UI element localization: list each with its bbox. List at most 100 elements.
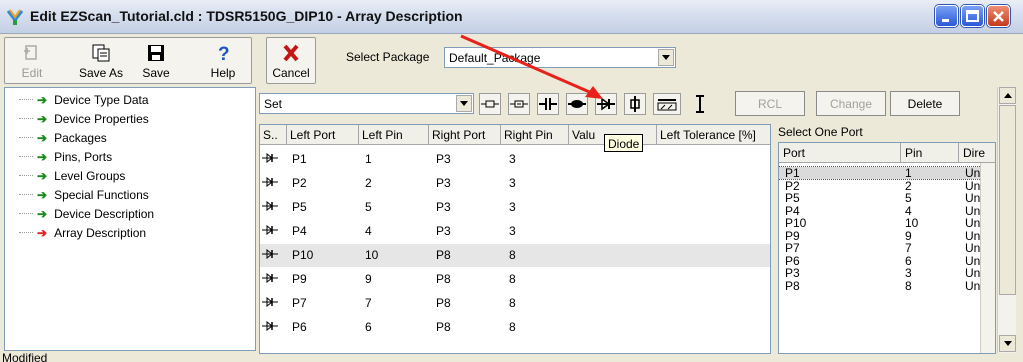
column-header-direction[interactable]: Dire bbox=[959, 143, 995, 163]
scroll-down-button[interactable] bbox=[999, 335, 1016, 352]
tree-item-special-functions[interactable]: ➔ Special Functions bbox=[19, 185, 149, 204]
package-select-value: Default_Package bbox=[449, 51, 541, 65]
cursor-tool-button[interactable] bbox=[689, 93, 711, 115]
diode-led-button[interactable] bbox=[566, 93, 588, 115]
tree-item-array-description[interactable]: ➔ Array Description bbox=[19, 223, 146, 242]
tree-item-device-properties[interactable]: ➔ Device Properties bbox=[19, 109, 149, 128]
port-cell-port: P4 bbox=[785, 203, 800, 218]
maximize-button[interactable] bbox=[961, 5, 984, 27]
table-row[interactable]: P1 1 P3 3 bbox=[260, 148, 770, 171]
switch-button[interactable] bbox=[653, 93, 681, 115]
close-icon bbox=[993, 11, 1004, 22]
tree-item-device-description[interactable]: ➔ Device Description bbox=[19, 204, 154, 223]
file-button-group: Edit Save As Save ? Help bbox=[4, 37, 252, 84]
column-header-right-port[interactable]: Right Port bbox=[429, 125, 501, 145]
tree-item-label: Level Groups bbox=[54, 168, 126, 183]
list-item[interactable]: P8 8 Unk bbox=[779, 280, 995, 292]
table-row[interactable]: P10 10 P8 8 bbox=[260, 244, 770, 267]
main-scrollbar[interactable] bbox=[997, 87, 1016, 353]
cancel-button[interactable]: Cancel bbox=[268, 38, 314, 83]
save-as-button[interactable]: Save As bbox=[73, 38, 129, 83]
diode-button[interactable] bbox=[595, 93, 617, 115]
table-row[interactable]: P4 4 P3 3 bbox=[260, 220, 770, 243]
tree-item-level-groups[interactable]: ➔ Level Groups bbox=[19, 166, 125, 185]
cell-right-pin: 3 bbox=[509, 224, 516, 238]
tree-arrow-icon: ➔ bbox=[37, 111, 48, 126]
cell-left-pin: 5 bbox=[365, 200, 372, 214]
package-select[interactable]: Default_Package bbox=[444, 47, 676, 68]
tree-arrow-icon: ➔ bbox=[37, 225, 48, 240]
tree-item-pins-ports[interactable]: ➔ Pins, Ports bbox=[19, 147, 112, 166]
list-item[interactable]: P3 3 Unk bbox=[779, 267, 995, 279]
chevron-down-icon[interactable] bbox=[456, 95, 472, 112]
list-item[interactable]: P2 2 Unk bbox=[779, 180, 995, 192]
port-cell-port: P1 bbox=[785, 166, 800, 180]
list-item[interactable]: P5 5 Unk bbox=[779, 192, 995, 204]
diode-icon bbox=[262, 273, 278, 283]
column-header-s[interactable]: S.. bbox=[260, 125, 287, 145]
table-row[interactable]: P7 7 P8 8 bbox=[260, 292, 770, 315]
cell-right-port: P8 bbox=[436, 296, 451, 310]
switch-icon bbox=[657, 99, 677, 111]
help-button[interactable]: ? Help bbox=[197, 38, 249, 83]
change-button[interactable]: Change bbox=[816, 91, 886, 116]
fuse-button[interactable] bbox=[624, 93, 646, 115]
chevron-down-icon[interactable] bbox=[658, 49, 674, 66]
chevron-down-icon bbox=[1003, 341, 1012, 346]
column-header-left-pin[interactable]: Left Pin bbox=[359, 125, 429, 145]
table-row[interactable]: P2 2 P3 3 bbox=[260, 172, 770, 195]
save-as-icon bbox=[92, 44, 110, 62]
save-button[interactable]: Save bbox=[133, 38, 179, 83]
port-cell-pin: 2 bbox=[905, 178, 912, 193]
list-item[interactable]: P1 1 Unk bbox=[779, 166, 995, 180]
table-row[interactable]: P6 6 P8 8 bbox=[260, 316, 770, 339]
tree-item-packages[interactable]: ➔ Packages bbox=[19, 128, 107, 147]
rcl-button[interactable]: RCL bbox=[735, 91, 805, 116]
column-header-port[interactable]: Port bbox=[779, 143, 901, 163]
scroll-thumb[interactable] bbox=[999, 105, 1016, 295]
port-cell-pin: 4 bbox=[905, 203, 912, 218]
port-cell-pin: 5 bbox=[905, 191, 912, 205]
help-label: Help bbox=[210, 66, 236, 80]
port-cell-port: P9 bbox=[785, 228, 800, 243]
port-list-scrollbar[interactable] bbox=[980, 163, 995, 353]
scroll-up-button[interactable] bbox=[999, 87, 1016, 104]
resistor-button[interactable] bbox=[479, 93, 501, 115]
cancel-label: Cancel bbox=[272, 66, 310, 80]
maximize-icon bbox=[966, 10, 979, 22]
resistor-alt-button[interactable] bbox=[508, 93, 530, 115]
cell-left-port: P1 bbox=[292, 152, 307, 166]
column-header-left-port[interactable]: Left Port bbox=[287, 125, 359, 145]
list-item[interactable]: P10 10 Unk bbox=[779, 217, 995, 229]
minimize-button[interactable] bbox=[935, 5, 958, 27]
title-bar[interactable]: Edit EZScan_Tutorial.cld : TDSR5150G_DIP… bbox=[0, 0, 1023, 34]
list-item[interactable]: P6 6 Unk bbox=[779, 255, 995, 267]
tree-item-label: Array Description bbox=[54, 225, 147, 240]
tree-arrow-icon: ➔ bbox=[37, 168, 48, 183]
port-cell-pin: 10 bbox=[905, 216, 919, 230]
close-button[interactable] bbox=[987, 5, 1010, 27]
cell-left-port: P5 bbox=[292, 200, 307, 214]
port-cell-port: P3 bbox=[785, 266, 800, 280]
column-header-right-pin[interactable]: Right Pin bbox=[501, 125, 569, 145]
delete-button[interactable]: Delete bbox=[890, 91, 960, 116]
ibeam-icon bbox=[696, 95, 704, 113]
list-item[interactable]: P7 7 Unk bbox=[779, 242, 995, 254]
fuse-icon bbox=[630, 96, 640, 112]
column-header-pin[interactable]: Pin bbox=[901, 143, 959, 163]
capacitor-button[interactable] bbox=[537, 93, 559, 115]
column-header-left-tolerance[interactable]: Left Tolerance [%] bbox=[657, 125, 770, 145]
cell-left-port: P9 bbox=[292, 272, 307, 286]
tree-item-device-type-data[interactable]: ➔ Device Type Data bbox=[19, 90, 149, 109]
tree-arrow-icon: ➔ bbox=[37, 130, 48, 145]
port-cell-port: P5 bbox=[785, 191, 800, 205]
list-item[interactable]: P9 9 Unk bbox=[779, 230, 995, 242]
edit-button[interactable]: Edit bbox=[7, 38, 57, 83]
table-row[interactable]: P5 5 P3 3 bbox=[260, 196, 770, 219]
table-row[interactable]: P9 9 P8 8 bbox=[260, 268, 770, 291]
delete-label: Delete bbox=[907, 96, 943, 111]
set-select[interactable]: Set bbox=[259, 93, 474, 114]
cell-right-pin: 3 bbox=[509, 176, 516, 190]
list-item[interactable]: P4 4 Unk bbox=[779, 205, 995, 217]
navigation-tree: ➔ Device Type Data ➔ Device Properties ➔ Pack… bbox=[4, 87, 256, 351]
